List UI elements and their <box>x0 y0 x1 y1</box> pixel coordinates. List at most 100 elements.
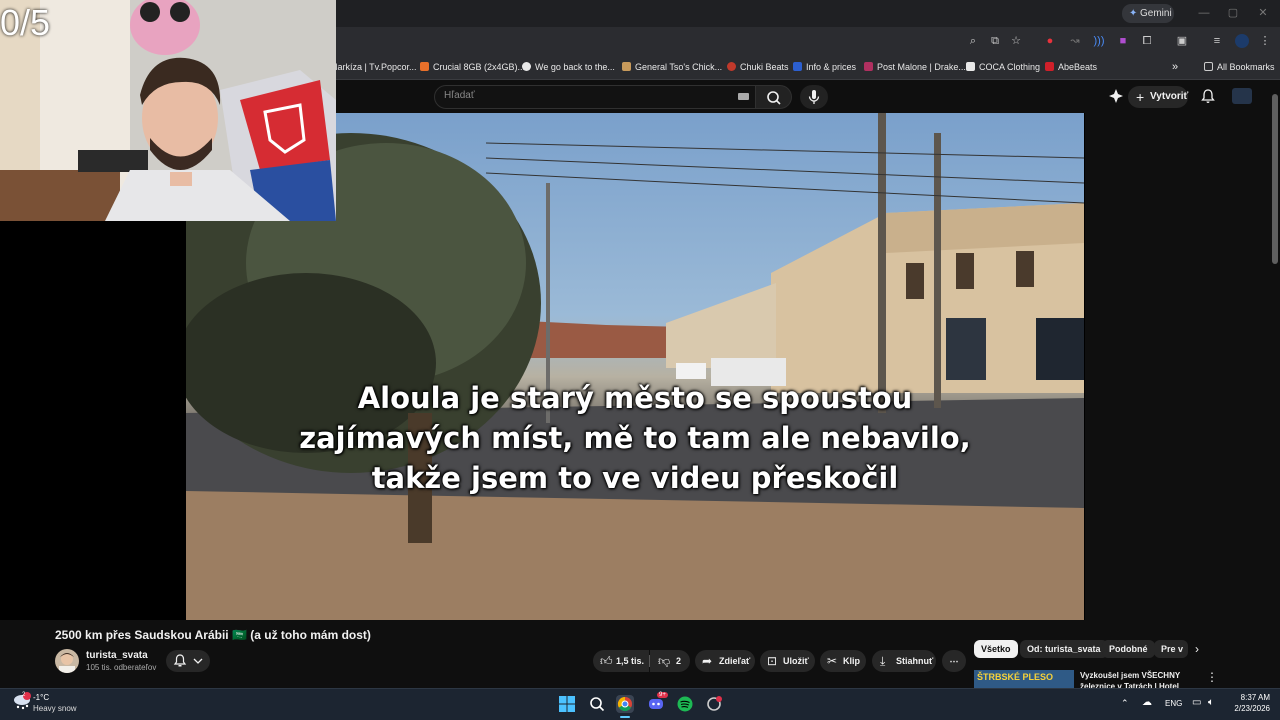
more-horizontal-icon: ⋯ <box>949 656 959 666</box>
bookmarks-overflow-icon[interactable]: » <box>1172 60 1178 74</box>
recommendation-thumbnail[interactable]: ŠTRBSKÉ PLESO <box>974 670 1074 690</box>
webcam-overlay <box>0 0 336 221</box>
extension-red-icon[interactable]: ● <box>1043 34 1057 48</box>
bookmark-label: COCA Clothing <box>979 62 1041 72</box>
spotify-icon[interactable] <box>676 695 694 713</box>
save-button[interactable]: ⊡ Uložiť <box>760 650 815 672</box>
dislike-count: 2 <box>676 656 682 666</box>
bookmark-favicon <box>622 62 631 71</box>
bell-icon <box>173 654 187 667</box>
zoom-icon[interactable]: ⌕ <box>966 34 980 48</box>
bookmark-item[interactable]: Crucial 8GB (2x4GB)... <box>420 60 525 74</box>
close-icon[interactable]: ✕ <box>1256 6 1270 20</box>
gemini-sparkle-icon: ✦ <box>1129 8 1138 19</box>
share-icon: ➦ <box>702 654 713 668</box>
chips-next-chevron-icon[interactable]: › <box>1195 642 1199 656</box>
minimize-icon[interactable]: — <box>1197 6 1211 20</box>
webcam-feed <box>0 0 336 221</box>
gemini-button[interactable]: ✦ Gemini <box>1122 4 1174 23</box>
extension-grey-icon[interactable]: ↝ <box>1068 34 1082 48</box>
bookmark-label: General Tso's Chick... <box>635 62 723 72</box>
browser-menu-icon[interactable]: ⋮ <box>1258 34 1272 48</box>
clip-button[interactable]: ✂ Klip <box>820 650 866 672</box>
bookmark-item[interactable]: We go back to the... <box>522 60 615 74</box>
bookmark-item[interactable]: COCA Clothing <box>966 60 1040 74</box>
recommendation-title[interactable]: Vyzkoušel jsem VŠECHNY železnice v Tatrá… <box>1080 670 1205 688</box>
like-count: 1,5 tis. <box>616 656 645 666</box>
bookmark-item[interactable]: General Tso's Chick... <box>622 60 722 74</box>
dislike-button[interactable]: 👎︎ 2 <box>650 650 690 672</box>
gemini-label: Gemini <box>1140 8 1172 19</box>
bookmark-icon: ⊡ <box>767 654 778 668</box>
folder-icon <box>1204 62 1213 71</box>
chip-related[interactable]: Podobné <box>1102 640 1155 658</box>
search-button[interactable] <box>756 85 792 109</box>
extensions-puzzle-icon[interactable]: ⧠ <box>1140 34 1154 48</box>
bookmark-label: We go back to the... <box>535 62 615 72</box>
windows-taskbar <box>0 688 1280 720</box>
channel-name[interactable]: turista_svata <box>86 650 148 661</box>
windows-start-icon[interactable] <box>558 695 576 713</box>
page-scrollbar-thumb[interactable] <box>1272 94 1278 264</box>
plus-icon: + <box>1136 89 1145 105</box>
chrome-icon[interactable] <box>616 695 634 713</box>
extension-audio-icon[interactable]: ))) <box>1092 34 1106 48</box>
search-placeholder: Hľadať <box>444 90 475 101</box>
bookmark-favicon <box>1045 62 1054 71</box>
channel-avatar[interactable] <box>55 649 79 673</box>
bookmark-star-icon[interactable]: ☆ <box>1009 34 1023 48</box>
bookmark-favicon <box>966 62 975 71</box>
bookmark-favicon <box>420 62 429 71</box>
download-button[interactable]: ⤓ Stiahnuť <box>872 650 936 672</box>
share-button[interactable]: ➦ Zdieľať <box>695 650 755 672</box>
chip-all[interactable]: Všetko <box>974 640 1018 658</box>
chip-from-channel[interactable]: Od: turista_svata <box>1020 640 1108 658</box>
bookmark-favicon <box>522 62 531 71</box>
chip-for-you[interactable]: Pre v <box>1154 640 1188 658</box>
weather-badge: 2 <box>22 692 26 698</box>
chrome-active-indicator <box>620 716 630 718</box>
share-label: Zdieľať <box>719 656 751 666</box>
volume-icon[interactable]: 🔈︎ <box>1208 697 1214 708</box>
more-actions-button[interactable]: ⋯ <box>942 650 966 672</box>
bookmark-item[interactable]: Post Malone | Drake... <box>864 60 966 74</box>
like-button[interactable]: 👍︎ 1,5 tis. <box>593 650 649 672</box>
stream-counter: 0/5 <box>0 2 51 43</box>
bookmark-item[interactable]: Markíza | Tv.Popcor... <box>330 60 417 74</box>
bookmark-item[interactable]: Info & prices <box>793 60 856 74</box>
keyboard-icon[interactable] <box>738 93 749 100</box>
recommendation-menu-icon[interactable]: ⋮ <box>1206 670 1218 684</box>
tab-search-icon[interactable]: ▣ <box>1175 34 1189 48</box>
video-title: 2500 km přes Saudskou Arábii 🇸🇦 (a už to… <box>55 628 371 642</box>
microphone-icon <box>808 90 820 104</box>
chevron-down-icon <box>193 658 203 664</box>
system-clock[interactable]: 8:37 AM 2/23/2026 <box>1226 692 1270 714</box>
subscription-bell-button[interactable] <box>166 650 210 672</box>
account-avatar[interactable] <box>1232 88 1252 104</box>
app-ring-icon[interactable] <box>705 695 723 713</box>
yt-sparkle-icon[interactable] <box>1108 88 1124 104</box>
bookmark-label: Markíza | Tv.Popcor... <box>330 62 417 72</box>
taskbar-search-icon[interactable] <box>588 695 606 713</box>
tray-overflow-icon[interactable]: ⌃ <box>1121 698 1129 709</box>
bookmark-item[interactable]: AbeBeats <box>1045 60 1097 74</box>
install-app-icon[interactable]: ⧉ <box>988 34 1002 48</box>
search-icon <box>767 91 781 105</box>
network-icon[interactable]: ☁ <box>1142 697 1152 708</box>
input-language[interactable]: ENG <box>1165 699 1182 708</box>
create-button[interactable]: + Vytvoriť <box>1128 86 1188 108</box>
maximize-icon[interactable]: ▢ <box>1226 6 1240 20</box>
search-input[interactable] <box>434 85 756 109</box>
bookmark-item[interactable]: Chuki Beats <box>727 60 789 74</box>
all-bookmarks-label: All Bookmarks <box>1217 62 1275 72</box>
profile-avatar-icon[interactable] <box>1235 34 1249 48</box>
notifications-bell-icon[interactable] <box>1200 88 1216 104</box>
bookmark-label: AbeBeats <box>1058 62 1098 72</box>
all-bookmarks[interactable]: All Bookmarks <box>1204 60 1275 74</box>
voice-search-button[interactable] <box>800 85 828 109</box>
extension-purple-icon[interactable]: ■ <box>1116 34 1130 48</box>
display-icon[interactable]: ▭ <box>1192 697 1201 708</box>
bookmark-label: Chuki Beats <box>740 62 789 72</box>
subtitle-line: takže jsem to ve videu přeskočil <box>371 461 899 495</box>
reading-list-icon[interactable]: ≡ <box>1210 34 1224 48</box>
